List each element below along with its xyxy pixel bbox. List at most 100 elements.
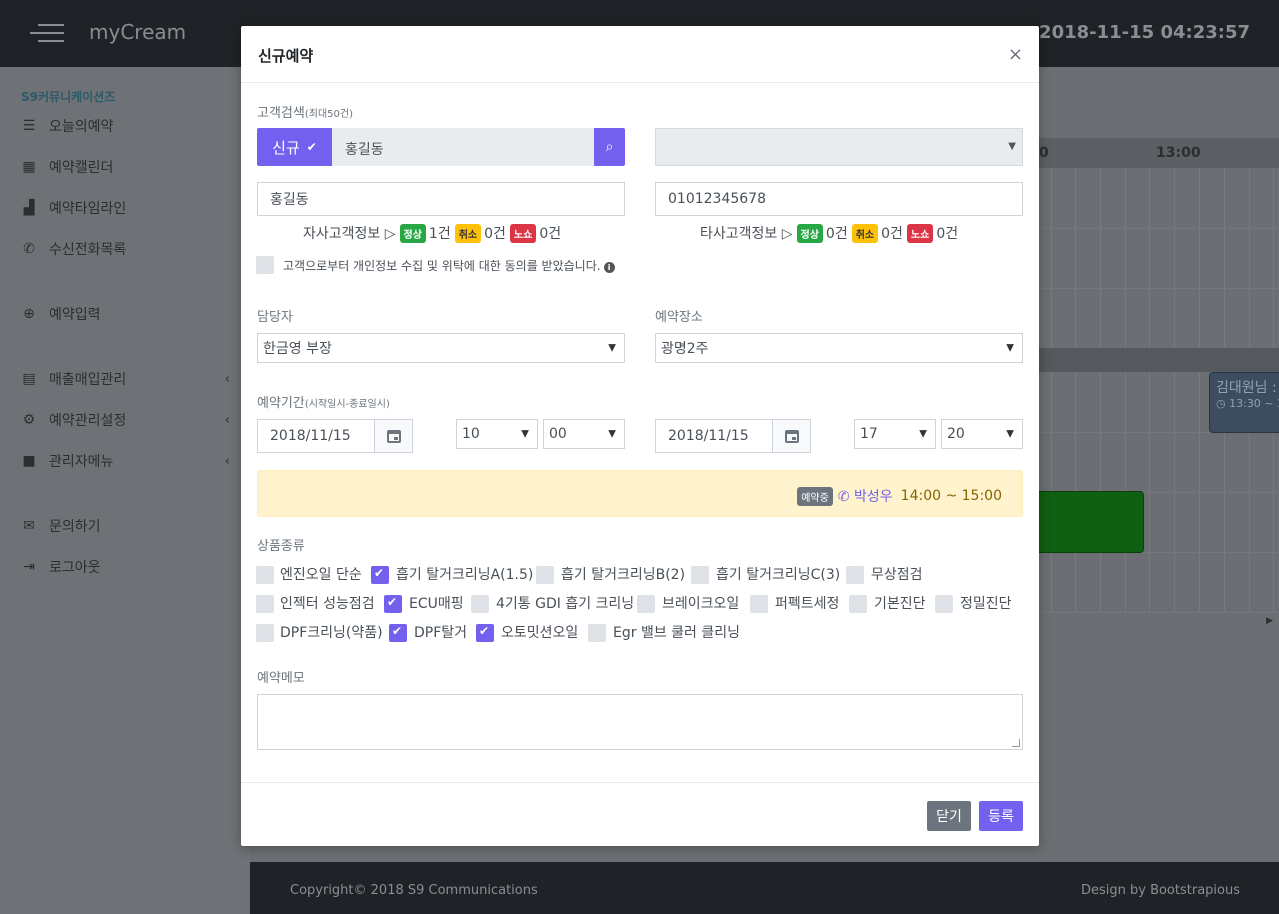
sidebar-item-sales[interactable]: ▤ 매출매입관리 ‹	[20, 368, 242, 390]
product-checkbox[interactable]	[637, 595, 655, 613]
count: 0건	[825, 226, 848, 242]
label-note: (최대50건)	[304, 109, 353, 120]
sidebar-item-calendar[interactable]: ▦ 예약캘린더	[20, 156, 242, 178]
customer-phone-input[interactable]: 01012345678	[655, 182, 1023, 216]
calendar-icon[interactable]	[374, 420, 412, 452]
manager-select[interactable]: 한금영 부장 ▼	[257, 333, 625, 363]
sidebar-item-label: 예약타임라인	[49, 201, 127, 217]
envelope-icon: ✉	[23, 518, 35, 534]
product-checkbox[interactable]	[256, 624, 274, 642]
product-label: 엔진오일 단순	[280, 567, 362, 583]
info-icon[interactable]: i	[603, 262, 615, 273]
consent-label: 고객으로부터 개인정보 수집 및 위탁에 대한 동의를 받았습니다. i	[283, 257, 615, 274]
register-button[interactable]: 등록	[979, 801, 1023, 831]
sidebar-item-today[interactable]: ☰ 오늘의예약	[20, 115, 242, 137]
timeline-event[interactable]: 김대원님 : ◷ 13:30 ~ 1	[1209, 372, 1279, 433]
product-label: 오토밋션오일	[501, 625, 579, 641]
brand-logo[interactable]: myCream	[89, 20, 186, 44]
sidebar-item-settings[interactable]: ⚙ 예약관리설정 ‹	[20, 409, 242, 431]
product-checkbox[interactable]	[256, 566, 274, 584]
product-checkbox[interactable]	[935, 595, 953, 613]
plus-circle-icon: ⊕	[23, 306, 35, 322]
lock-icon: ■	[22, 453, 36, 469]
phone-volume-icon: ✆	[23, 241, 35, 257]
new-customer-toggle[interactable]: 신규 ✔	[257, 128, 332, 166]
close-icon[interactable]: ×	[1008, 44, 1023, 65]
sidebar-item-label: 매출매입관리	[49, 372, 127, 388]
input-value: 홍길동	[270, 192, 309, 208]
reserver-link[interactable]: ✆ 박성우	[838, 486, 893, 506]
calculator-icon: ▤	[22, 371, 36, 387]
start-hour-select[interactable]: 10 ▼	[456, 419, 538, 449]
end-minute-select[interactable]: 20 ▼	[941, 419, 1023, 449]
gear-icon: ⚙	[22, 412, 36, 428]
customer-name-input[interactable]: 홍길동	[257, 182, 625, 216]
status-badge: 예약중	[797, 486, 833, 506]
product-checkbox[interactable]	[389, 624, 407, 642]
sidebar-item-label: 로그아웃	[49, 560, 101, 576]
product-checkbox[interactable]	[846, 566, 864, 584]
timeline-header: 0 13:00	[1039, 138, 1279, 168]
customer-result-select[interactable]: ▼	[655, 128, 1023, 166]
chevron-left-icon: ‹	[224, 371, 230, 387]
menu-toggle-icon[interactable]	[30, 24, 66, 42]
product-checkbox[interactable]	[476, 624, 494, 642]
end-date-input[interactable]: 2018/11/15	[655, 419, 811, 453]
chevron-left-icon: ‹	[224, 453, 230, 469]
timeline-event[interactable]	[1030, 491, 1144, 553]
sidebar-item-admin[interactable]: ■ 관리자메뉴 ‹	[20, 450, 242, 472]
product-checkbox[interactable]	[691, 566, 709, 584]
calendar-icon[interactable]	[772, 420, 810, 452]
product-label: 기본진단	[874, 596, 926, 612]
sidebar-item-contact[interactable]: ✉ 문의하기	[20, 515, 242, 537]
select-value: 17	[860, 426, 878, 442]
product-label: 인젝터 성능점검	[280, 596, 375, 612]
product-checkbox[interactable]	[384, 595, 402, 613]
start-minute-select[interactable]: 00 ▼	[543, 419, 625, 449]
consent-checkbox[interactable]	[256, 256, 274, 274]
product-checkbox[interactable]	[371, 566, 389, 584]
product-checkbox[interactable]	[849, 595, 867, 613]
product-label: ECU매핑	[409, 596, 464, 612]
time-label: 13:00	[1156, 145, 1201, 161]
end-hour-select[interactable]: 17 ▼	[854, 419, 936, 449]
select-value: 20	[947, 426, 965, 442]
chevron-left-icon: ‹	[224, 412, 230, 428]
product-label: Egr 밸브 쿨러 클리닝	[613, 625, 740, 641]
status-badge: 노쇼	[906, 223, 934, 243]
product-label: 정밀진단	[960, 596, 1012, 612]
sidebar-item-timeline[interactable]: ▟ 예약타임라인	[20, 197, 242, 219]
date-value: 2018/11/15	[668, 428, 749, 444]
memo-textarea[interactable]	[257, 694, 1023, 750]
organization-name: S9커뮤니케이션즈	[21, 90, 116, 104]
product-checkbox[interactable]	[750, 595, 768, 613]
product-checkbox[interactable]	[256, 595, 274, 613]
status-badge: 정상	[399, 223, 426, 243]
sidebar-item-logout[interactable]: ⇥ 로그아웃	[20, 556, 242, 578]
product-checkbox[interactable]	[471, 595, 489, 613]
customer-search-input[interactable]: 홍길동	[332, 128, 595, 166]
search-button[interactable]: ⌕	[594, 128, 625, 166]
search-value: 홍길동	[345, 142, 384, 158]
sidebar-item-new-reservation[interactable]: ⊕ 예약입력	[20, 303, 242, 325]
place-select[interactable]: 광명2주 ▼	[655, 333, 1023, 363]
caret-down-icon: ▼	[919, 428, 927, 440]
start-date-input[interactable]: 2018/11/15	[257, 419, 413, 453]
count: 0건	[484, 226, 506, 242]
manager-label: 담당자	[257, 310, 293, 325]
calendar-icon: ▦	[22, 159, 36, 175]
close-button[interactable]: 닫기	[927, 801, 971, 831]
period-label: 예약기간(시작일시-종료일시)	[257, 392, 390, 411]
select-value: 한금영 부장	[263, 341, 332, 357]
product-label: 브레이크오일	[662, 596, 740, 612]
scroll-right-icon[interactable]: ▶	[1266, 616, 1273, 626]
reserved-time: 14:00 ~ 15:00	[900, 488, 1002, 504]
resize-handle-icon[interactable]	[1012, 739, 1020, 747]
current-datetime: 2018-11-15 04:23:57	[1039, 22, 1250, 43]
design-credit[interactable]: Design by Bootstrapious	[1081, 883, 1240, 898]
caret-down-icon: ▼	[1006, 428, 1014, 440]
sidebar-item-label: 예약캘린더	[49, 160, 114, 176]
sidebar-item-calls[interactable]: ✆ 수신전화목록	[20, 238, 242, 260]
product-checkbox[interactable]	[588, 624, 606, 642]
product-checkbox[interactable]	[536, 566, 554, 584]
